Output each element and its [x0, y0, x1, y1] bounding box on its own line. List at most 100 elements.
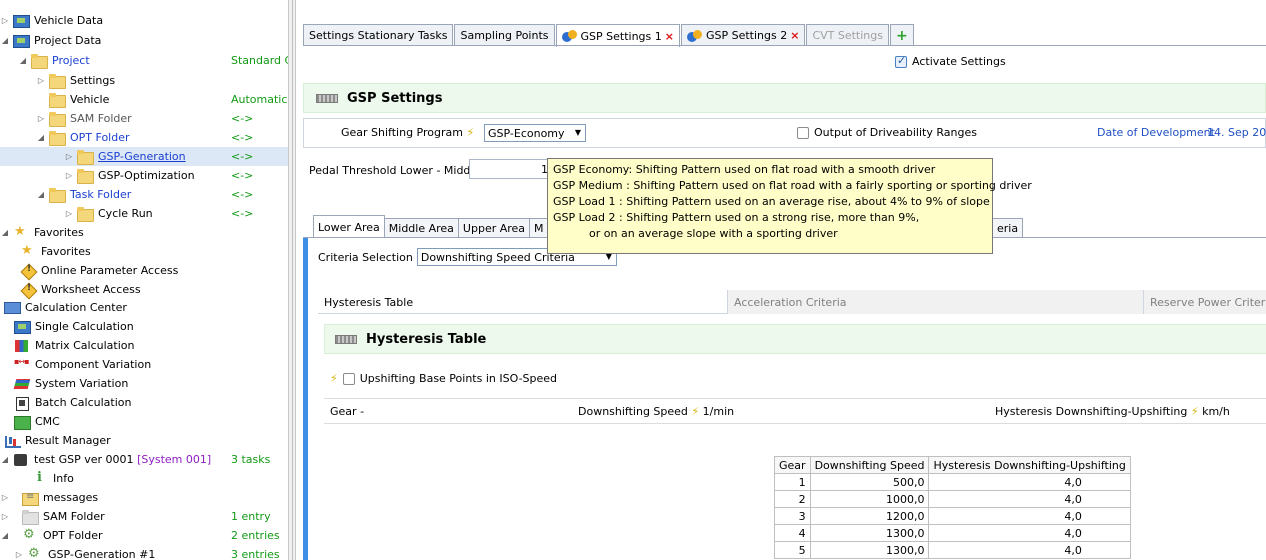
tree-item-opt-folder[interactable]: ◢ OPT Folder <->	[0, 128, 290, 147]
hysteresis-cell[interactable]: 4,0	[928, 490, 1131, 508]
tree-item-label: Settings	[70, 74, 116, 87]
tree-item-project-data[interactable]: ◢ Project Data	[0, 31, 290, 50]
tree-item-online-parameter-access[interactable]: Online Parameter Access	[0, 261, 290, 280]
project-tree: ▷ Vehicle Data ◢ Project Data ◢ Project …	[0, 0, 290, 560]
tree-item-gsp-optimization[interactable]: ▷ GSP-Optimization <->	[0, 166, 290, 185]
collapse-arrow-icon[interactable]: ◢	[36, 190, 46, 199]
collapse-arrow-icon[interactable]: ◢	[36, 133, 46, 142]
tree-item-gsp-generation-1[interactable]: ▷ GSP-Generation #1 3 entries	[0, 545, 290, 560]
tree-item-opt-folder-result[interactable]: ◢ OPT Folder 2 entries	[0, 526, 290, 545]
tree-item-calculation-center[interactable]: Calculation Center	[0, 298, 290, 317]
gear-shifting-program-select[interactable]: GSP-Economy ▼	[484, 124, 586, 142]
hysteresis-cell[interactable]: 4,0	[928, 524, 1131, 542]
add-tab-button[interactable]: +	[889, 24, 914, 46]
hysteresis-table-header: Hysteresis Table	[324, 324, 1266, 354]
tree-item-cycle-run[interactable]: ▷ Cycle Run <->	[0, 204, 290, 223]
expand-arrow-icon[interactable]: ▷	[14, 550, 24, 559]
tree-item-project[interactable]: ◢ Project Standard Cycle	[0, 51, 290, 70]
pane-splitter[interactable]	[288, 0, 296, 560]
expand-arrow-icon[interactable]: ▷	[64, 171, 74, 180]
settings-pane: Settings Stationary Tasks Sampling Point…	[297, 0, 1266, 560]
single-calculation-icon	[14, 320, 31, 334]
tree-item-batch-calculation[interactable]: Batch Calculation	[0, 393, 290, 412]
folder-icon	[49, 73, 66, 89]
tab-hysteresis-table[interactable]: Hysteresis Table	[318, 290, 728, 314]
activate-settings-checkbox[interactable]	[895, 54, 907, 68]
tab-lower-area[interactable]: Lower Area	[313, 215, 385, 238]
tree-item-cmc[interactable]: CMC	[0, 412, 290, 431]
collapse-arrow-icon[interactable]: ◢	[0, 455, 10, 464]
tree-item-label: Component Variation	[35, 358, 152, 371]
tree-item-messages[interactable]: ▷ messages	[0, 488, 290, 507]
collapse-arrow-icon[interactable]: ◢	[0, 36, 10, 45]
tab-settings-stationary-tasks[interactable]: Settings Stationary Tasks	[303, 24, 454, 46]
tab-criteria-partial[interactable]: eria	[992, 218, 1024, 238]
tab-label: Upper Area	[462, 222, 526, 235]
collapse-arrow-icon[interactable]: ◢	[0, 531, 10, 540]
expand-arrow-icon[interactable]: ▷	[0, 512, 10, 521]
hysteresis-cell[interactable]: 4,0	[928, 473, 1131, 491]
tree-item-vehicle[interactable]: Vehicle Automatic	[0, 90, 290, 109]
downshifting-speed-cell[interactable]: 1300,0	[809, 524, 930, 542]
tree-item-info[interactable]: Info	[0, 469, 290, 488]
close-icon[interactable]: ×	[790, 29, 799, 42]
section-toggle-icon[interactable]	[316, 93, 338, 103]
expand-arrow-icon[interactable]: ▷	[0, 16, 10, 25]
expand-arrow-icon[interactable]: ▷	[64, 209, 74, 218]
hysteresis-cell[interactable]: 4,0	[928, 507, 1131, 525]
tab-gsp-settings-1[interactable]: GSP Settings 1 ×	[555, 24, 680, 47]
tree-item-vehicle-data[interactable]: ▷ Vehicle Data	[0, 11, 290, 30]
tree-item-task-folder[interactable]: ◢ Task Folder <->	[0, 185, 290, 204]
upshifting-base-points-checkbox[interactable]	[342, 372, 355, 385]
date-of-development-value[interactable]: 14. Sep 201	[1207, 126, 1266, 139]
expand-arrow-icon[interactable]: ▷	[64, 152, 74, 161]
tree-item-single-calculation[interactable]: Single Calculation	[0, 317, 290, 336]
pedal-threshold-input[interactable]: 10	[469, 159, 559, 179]
expand-arrow-icon[interactable]: ▷	[0, 493, 10, 502]
driveability-ranges-checkbox[interactable]	[797, 126, 809, 139]
tree-item-component-variation[interactable]: Component Variation	[0, 355, 290, 374]
hysteresis-cell[interactable]: 4,0	[928, 541, 1131, 559]
tab-gsp-settings-2[interactable]: GSP Settings 2 ×	[680, 24, 806, 46]
section-toggle-icon[interactable]	[335, 334, 357, 344]
tree-item-system-variation[interactable]: System Variation	[0, 374, 290, 393]
expand-arrow-icon[interactable]: ▷	[36, 76, 46, 85]
parameter-access-icon	[20, 264, 36, 278]
collapse-arrow-icon[interactable]: ◢	[0, 228, 10, 237]
tree-item-label: SAM Folder	[43, 510, 105, 523]
folder-icon	[49, 130, 66, 146]
tree-item-sam-folder[interactable]: ▷ SAM Folder <->	[0, 109, 290, 128]
tab-m-partial[interactable]: M	[529, 218, 549, 238]
tab-upper-area[interactable]: Upper Area	[457, 218, 531, 238]
tab-acceleration-criteria[interactable]: Acceleration Criteria	[728, 290, 1144, 314]
gear-heading: Gear -	[330, 405, 364, 418]
downshifting-speed-cell[interactable]: 1200,0	[809, 507, 930, 525]
close-icon[interactable]: ×	[665, 30, 674, 43]
tab-cvt-settings[interactable]: CVT Settings	[806, 24, 889, 46]
tree-item-favorites[interactable]: Favorites	[0, 242, 290, 261]
downshifting-speed-cell[interactable]: 1300,0	[809, 541, 930, 559]
tree-item-gsp-generation[interactable]: ▷ GSP-Generation <->	[0, 147, 290, 166]
tooltip-line: GSP Load 2 : Shifting Pattern used on a …	[553, 211, 920, 224]
tree-item-favorites-root[interactable]: ◢ Favorites	[0, 223, 290, 242]
tree-item-matrix-calculation[interactable]: Matrix Calculation	[0, 336, 290, 355]
upshifting-base-points-label: Upshifting Base Points in ISO-Speed	[359, 372, 558, 385]
tree-item-sam-folder-result[interactable]: ▷ SAM Folder 1 entry	[0, 507, 290, 526]
column-header-downshifting-speed[interactable]: Downshifting Speed	[809, 456, 930, 474]
tree-item-worksheet-access[interactable]: Worksheet Access	[0, 280, 290, 299]
tab-sampling-points[interactable]: Sampling Points	[454, 24, 555, 46]
downshifting-speed-cell[interactable]: 1000,0	[809, 490, 930, 508]
tab-label: M	[534, 222, 544, 235]
column-header-hysteresis[interactable]: Hysteresis Downshifting-Upshifting	[928, 456, 1131, 474]
tree-item-test-gsp[interactable]: ◢ test GSP ver 0001 [System 001] 3 tasks	[0, 450, 290, 469]
tab-label: CVT Settings	[812, 29, 883, 42]
downshifting-speed-cell[interactable]: 500,0	[809, 473, 930, 491]
column-header-gear[interactable]: Gear	[774, 456, 811, 474]
collapse-arrow-icon[interactable]: ◢	[18, 56, 28, 65]
tree-item-result-manager[interactable]: Result Manager	[0, 431, 290, 450]
tab-divider	[303, 45, 1266, 46]
tab-middle-area[interactable]: Middle Area	[383, 218, 459, 238]
expand-arrow-icon[interactable]: ▷	[36, 114, 46, 123]
tree-item-settings[interactable]: ▷ Settings	[0, 71, 290, 90]
tab-reserve-power-criteria[interactable]: Reserve Power Criteria	[1144, 290, 1266, 314]
